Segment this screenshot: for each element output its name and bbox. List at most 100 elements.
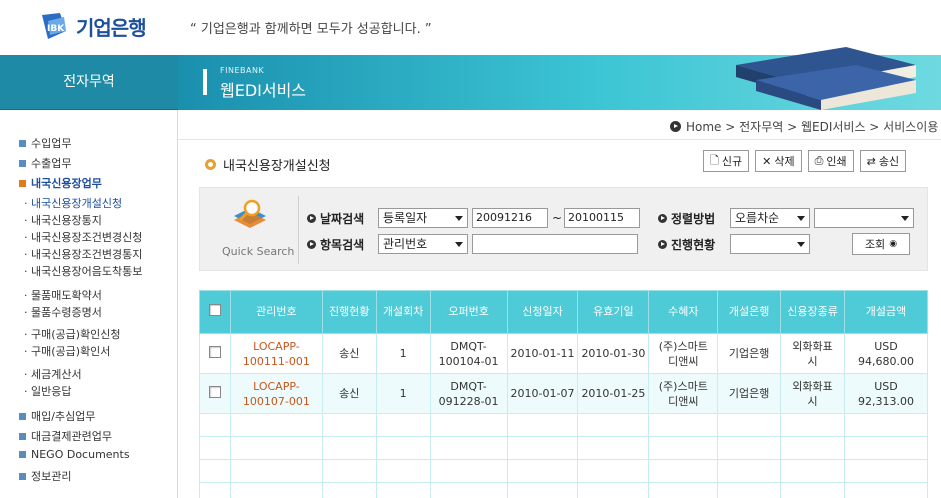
date-to-input[interactable]: 20100115 — [564, 208, 640, 228]
management-number-link[interactable]: LOCAPP- 100111-001 — [243, 340, 310, 368]
management-number-cell[interactable]: LOCAPP- 100107-001 — [229, 373, 323, 414]
cell-line: DMQT- — [450, 339, 487, 353]
date-search-label: 날짜검색 — [307, 210, 364, 227]
send-button[interactable]: ⇄ 송신 — [859, 150, 907, 172]
empty-row — [199, 459, 929, 483]
row-checkbox[interactable] — [208, 385, 221, 398]
item-search-input[interactable] — [472, 234, 638, 254]
sidebar-subitem[interactable]: · 물품수령증명서 — [24, 304, 102, 320]
quick-search-label: Quick Search — [222, 245, 295, 258]
banner-subtitle: FINEBANK — [220, 66, 265, 75]
applied-date-cell: 2010-01-11 — [506, 333, 579, 374]
sidebar-item-payment[interactable]: 대금결제관련업무 — [19, 428, 112, 444]
sidebar-subitem[interactable]: · 구매(공급)확인서 — [24, 343, 110, 359]
sidebar-subitem[interactable]: · 내국신용장조건변경신청 — [24, 229, 142, 245]
row-checkbox-cell[interactable] — [199, 373, 231, 414]
sidebar-item-import[interactable]: 수입업무 — [19, 135, 71, 151]
status-select[interactable] — [730, 234, 810, 254]
sidebar-subitem[interactable]: · 내국신용장통지 — [24, 212, 102, 228]
row-checkbox[interactable] — [208, 345, 221, 358]
sidebar-subitem[interactable]: · 내국신용장조건변경통지 — [24, 246, 142, 262]
delete-button[interactable]: ✕ 삭제 — [755, 150, 802, 172]
breadcrumb-path[interactable]: Home > 전자무역 > 웹EDI서비스 > 서비스이용 — [686, 118, 938, 135]
sidebar-item-export[interactable]: 수출업무 — [19, 155, 71, 171]
column-header[interactable]: 개설회차 — [375, 290, 431, 334]
search-panel: Quick Search — [199, 187, 928, 271]
date-type-select[interactable]: 등록일자 — [378, 208, 468, 228]
lc-kind-cell: 외화화표 시 — [780, 373, 845, 414]
sidebar-item-label: 수입업무 — [31, 137, 72, 150]
cell-line: 94,680.00 — [858, 354, 914, 368]
column-header[interactable]: 개설금액 — [843, 290, 929, 334]
sidebar-item-nego-documents[interactable]: NEGO Documents — [19, 448, 130, 461]
column-header[interactable]: 신청일자 — [506, 290, 579, 334]
chevron-down-icon — [901, 216, 909, 221]
bank-cell: 기업은행 — [717, 333, 782, 374]
cell-line: 디앤씨 — [668, 394, 699, 408]
column-header[interactable]: 진행현황 — [321, 290, 377, 334]
table-row[interactable]: LOCAPP- 100107-001 송신 1 DMQT- 091228-01 20… — [199, 373, 929, 414]
printer-icon: ⎙ — [814, 154, 824, 167]
toolbar: 🗋 신규 ✕ 삭제 ⎙ 인쇄 ⇄ 송신 — [703, 150, 907, 172]
label-text: 진행현황 — [671, 238, 716, 252]
cell-line: (주)스마트 — [658, 379, 708, 393]
books-illustration — [736, 47, 916, 110]
select-value: 오름차순 — [735, 211, 780, 225]
sidebar-subitem[interactable]: · 세금계산서 — [24, 366, 82, 382]
bullet-icon — [19, 412, 26, 420]
sidebar-subitem[interactable]: · 내국신용장어음도착통보 — [24, 263, 142, 279]
arrow-circle-icon — [307, 240, 316, 249]
search-button-label: 조회 — [864, 238, 886, 251]
cell-line: 100111-001 — [242, 354, 310, 368]
page-title: 내국신용장개설신청 — [205, 155, 331, 174]
bank-cell: 기업은행 — [717, 373, 782, 414]
applied-date-cell: 2010-01-07 — [506, 373, 579, 414]
sort-field-select[interactable] — [814, 208, 914, 228]
sidebar-item-info[interactable]: 정보관리 — [19, 468, 71, 484]
column-header[interactable]: 개설은행 — [717, 290, 782, 334]
select-all-cell[interactable] — [199, 290, 231, 334]
new-button[interactable]: 🗋 신규 — [703, 150, 750, 172]
column-header[interactable]: 오퍼번호 — [429, 290, 508, 334]
sidebar-item-label: 내국신용장개설신청 — [31, 197, 123, 210]
management-number-cell[interactable]: LOCAPP- 100111-001 — [229, 333, 323, 374]
sort-order-select[interactable]: 오름차순 — [730, 208, 810, 228]
sidebar-subitem[interactable]: · 일반응답 — [24, 383, 71, 399]
row-checkbox-cell[interactable] — [199, 333, 231, 374]
label-text: 항목검색 — [320, 238, 365, 252]
item-type-select[interactable]: 관리번호 — [378, 234, 468, 254]
sidebar-subitem[interactable]: · 구매(공급)확인신청 — [24, 326, 121, 342]
print-button-label: 인쇄 — [826, 155, 847, 168]
sidebar-item-negotiation[interactable]: 매입/추심업무 — [19, 408, 95, 424]
send-button-label: 송신 — [878, 155, 900, 168]
cell-line: 디앤씨 — [668, 354, 699, 368]
sidebar-item-label: 내국신용장업무 — [31, 177, 102, 190]
column-header[interactable]: 유효기일 — [577, 290, 650, 334]
sidebar: 수입업무 수출업무 내국신용장업무 · 내국신용장개설신청 · 내국신용장통지 … — [0, 110, 178, 498]
bullet-icon — [19, 432, 26, 440]
offer-number-cell: DMQT- 091228-01 — [429, 373, 508, 414]
sidebar-item-label: 내국신용장어음도착통보 — [31, 265, 143, 278]
print-button[interactable]: ⎙ 인쇄 — [807, 150, 854, 172]
sidebar-item-local-lc[interactable]: 내국신용장업무 — [19, 175, 102, 191]
ring-icon — [205, 159, 216, 170]
column-header[interactable]: 신용장종류 — [780, 290, 845, 334]
sidebar-item-label: NEGO Documents — [31, 448, 130, 461]
arrow-circle-icon — [670, 121, 681, 132]
column-header[interactable]: 관리번호 — [229, 290, 323, 334]
document-icon: 🗋 — [710, 153, 719, 167]
table-row[interactable]: LOCAPP- 100111-001 송신 1 DMQT- 100104-01 20… — [199, 333, 929, 374]
banner-accent-bar — [203, 69, 207, 95]
date-from-input[interactable]: 20091216 — [472, 208, 548, 228]
management-number-link[interactable]: LOCAPP- 100107-001 — [243, 380, 310, 408]
search-button[interactable]: 조회 ◉ — [852, 233, 910, 255]
column-header[interactable]: 수혜자 — [648, 290, 719, 334]
cell-line: 외화화표 — [792, 379, 833, 393]
sidebar-item-label: 내국신용장조건변경신청 — [31, 231, 143, 244]
quick-search-icon — [234, 199, 266, 228]
bank-logo[interactable]: IBK 기업은행 — [38, 11, 147, 41]
sidebar-subitem[interactable]: · 물품매도확약서 — [24, 287, 102, 303]
sidebar-subitem[interactable]: · 내국신용장개설신청 — [24, 195, 122, 211]
select-all-checkbox[interactable] — [208, 304, 221, 316]
label-text: 날짜검색 — [320, 212, 365, 226]
